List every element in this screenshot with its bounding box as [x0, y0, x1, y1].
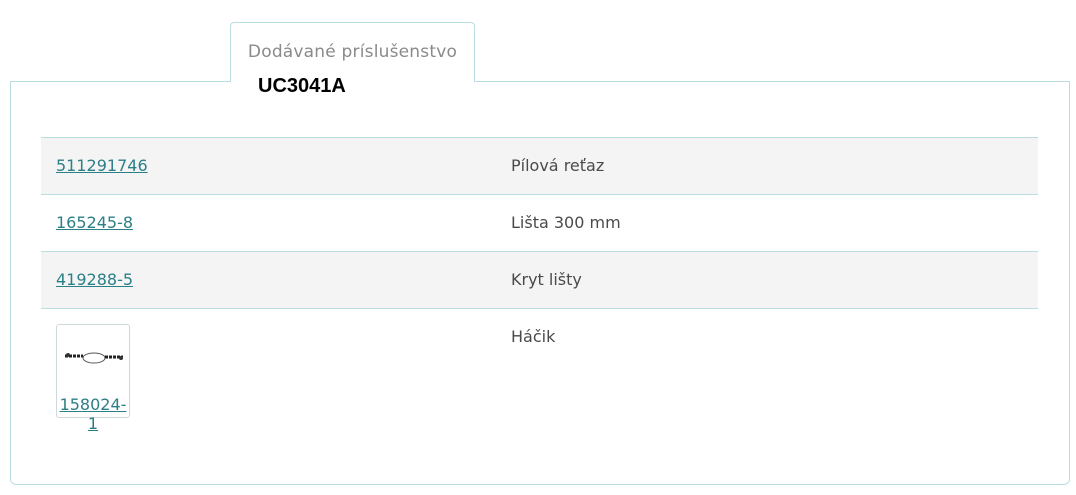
accessory-description: Kryt lišty [511, 270, 582, 289]
accessory-description: Pílová reťaz [511, 156, 605, 175]
accessory-thumbnail-card[interactable]: 158024-1 [56, 324, 130, 433]
table-row: 158024-1 Háčik [41, 308, 1038, 433]
model-title: UC3041A [258, 75, 346, 97]
accessory-code-link[interactable]: 419288-5 [56, 270, 133, 289]
tab-supplied-accessories[interactable]: Dodávané príslušenstvo [230, 22, 475, 82]
accessory-description: Lišta 300 mm [511, 213, 621, 232]
accessory-description: Háčik [511, 327, 556, 346]
hook-chain-image [65, 352, 123, 364]
accessory-code-link[interactable]: 158024-1 [57, 395, 129, 433]
table-row: 511291746 Pílová reťaz [41, 137, 1038, 194]
table-row: 419288-5 Kryt lišty [41, 251, 1038, 308]
table-row: 165245-8 Lišta 300 mm [41, 194, 1038, 251]
accessories-table: 511291746 Pílová reťaz 165245-8 Lišta 30… [41, 137, 1038, 433]
tab-label: Dodávané príslušenstvo [247, 42, 458, 62]
accessory-code-link[interactable]: 511291746 [56, 156, 148, 175]
accessory-code-link[interactable]: 165245-8 [56, 213, 133, 232]
